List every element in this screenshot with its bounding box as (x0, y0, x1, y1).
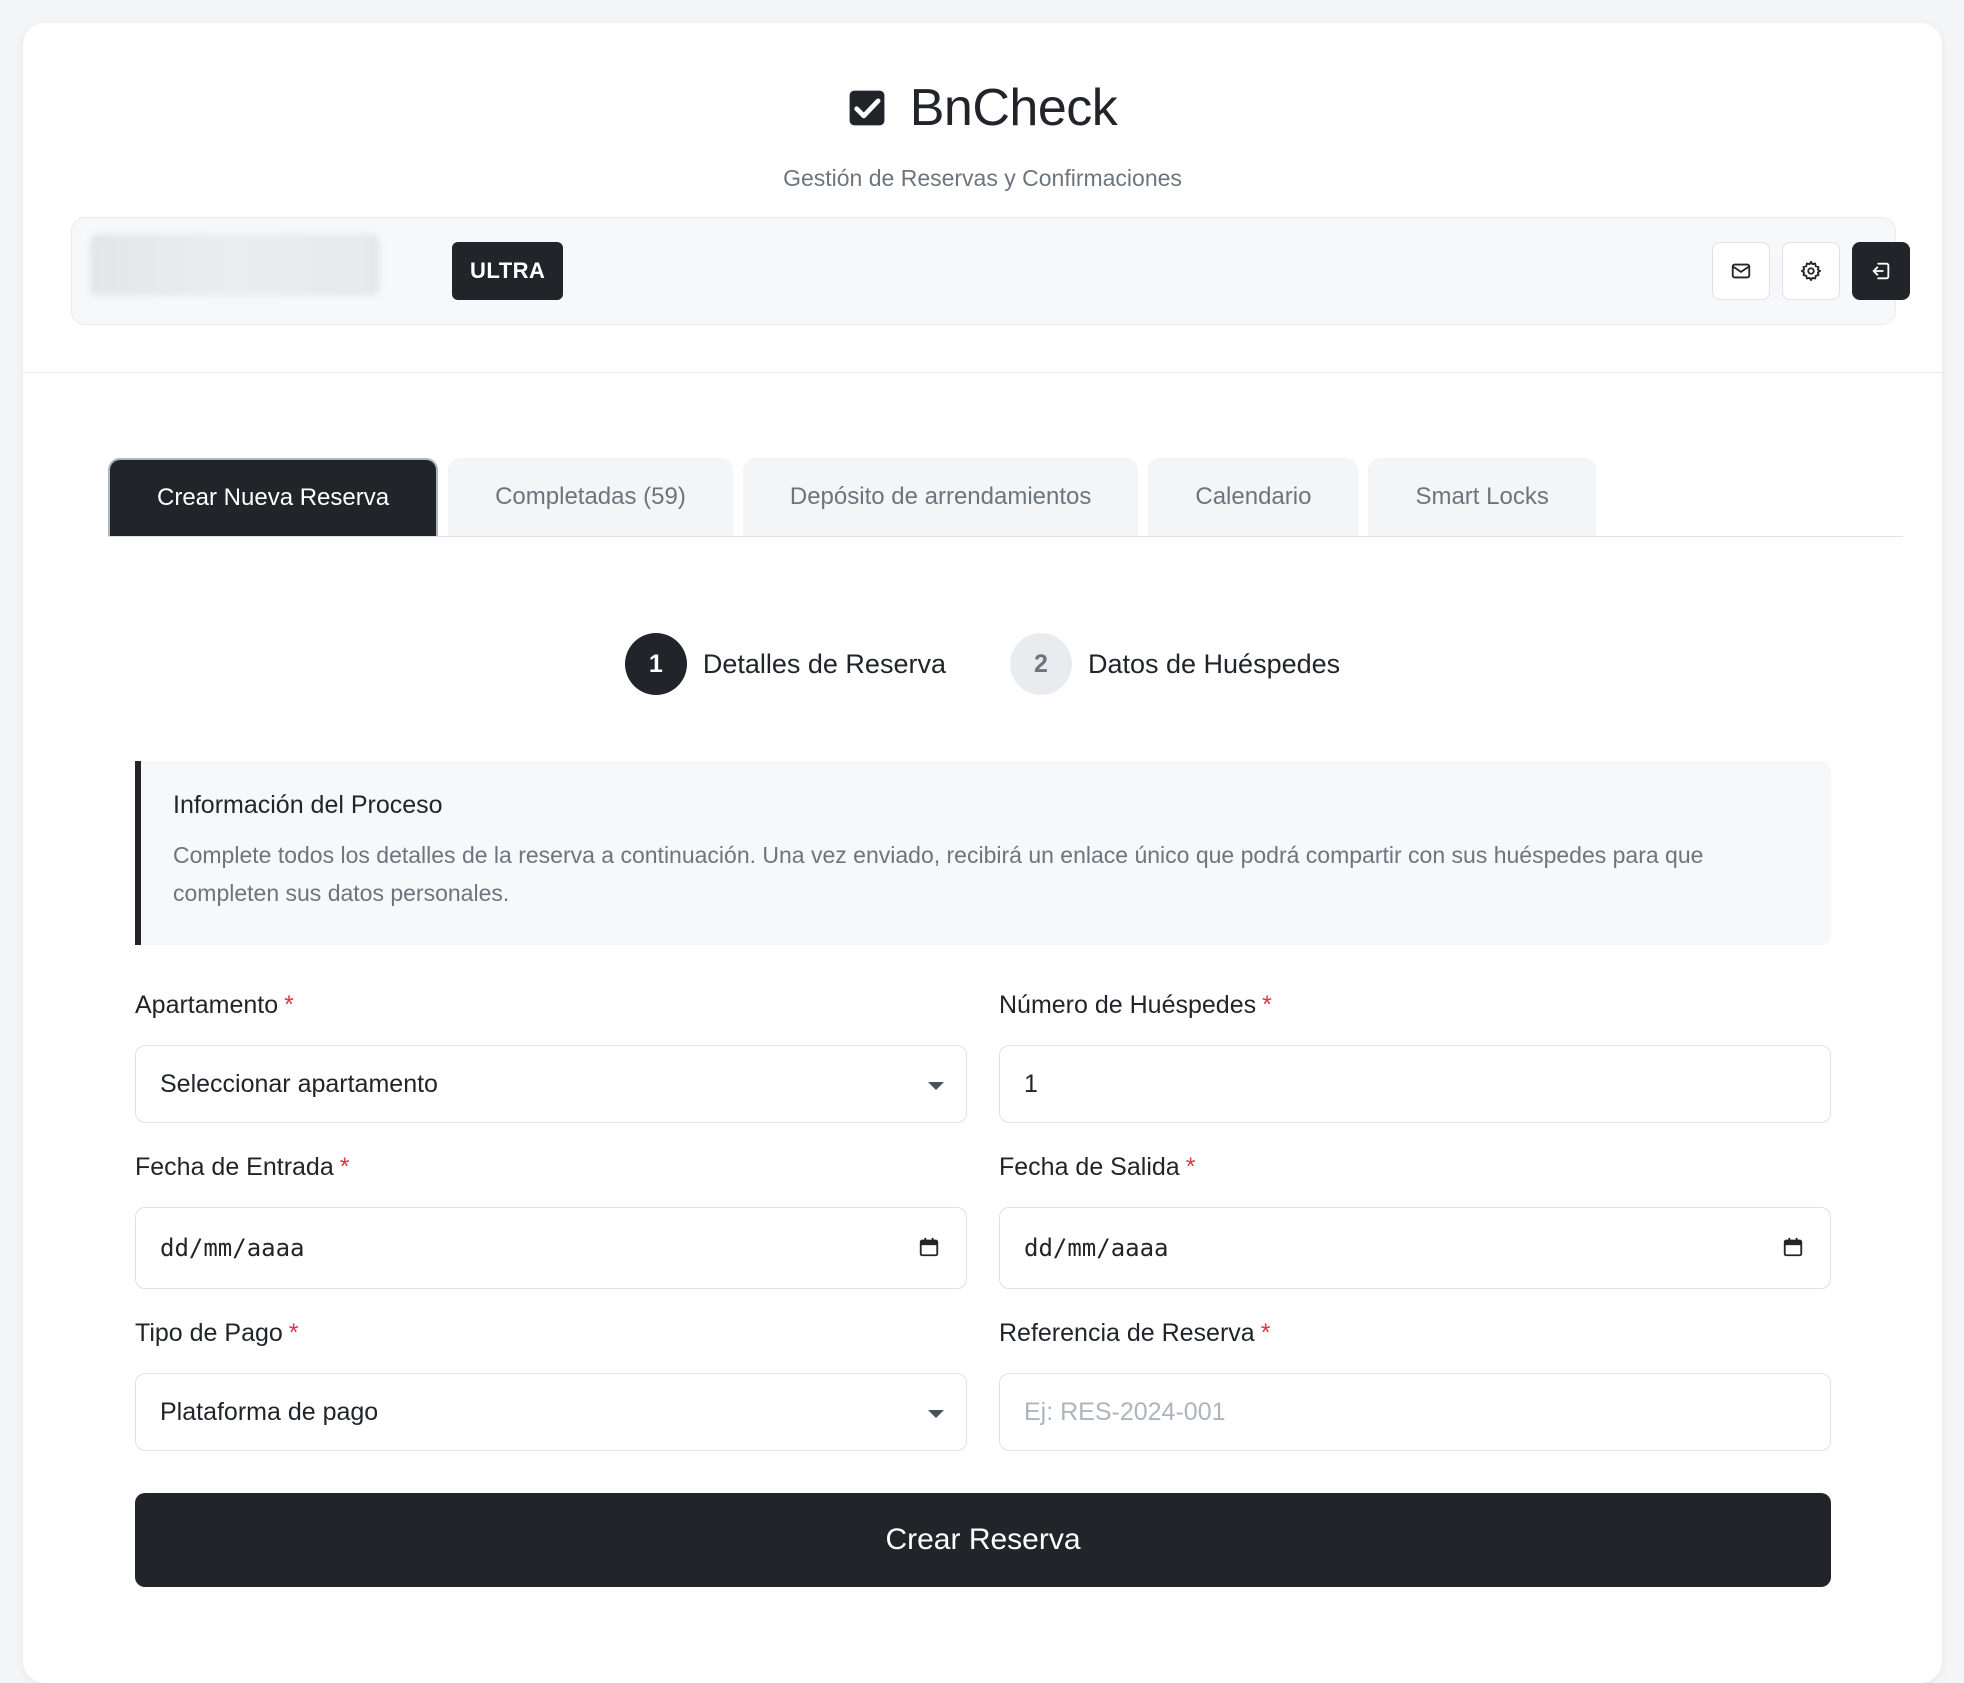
fecha-entrada-value: dd/mm/aaaa (160, 1234, 305, 1262)
info-text: Complete todos los detalles de la reserv… (173, 842, 1704, 906)
tipo-pago-value: Plataforma de pago (160, 1397, 379, 1426)
calendar-icon[interactable] (1782, 1236, 1804, 1258)
header-divider (23, 372, 1942, 373)
crear-reserva-button[interactable]: Crear Reserva (135, 1493, 1831, 1587)
info-title: Información del Proceso (173, 791, 443, 819)
step-number: 2 (1009, 633, 1072, 695)
step-label: Datos de Huéspedes (1087, 648, 1341, 679)
tab-smart-locks[interactable]: Smart Locks (1368, 458, 1596, 536)
tab-completadas[interactable]: Completadas (59) (448, 458, 733, 536)
field-tipo-pago: Tipo de Pago * Plataforma de pago (135, 1319, 967, 1451)
step-number: 1 (624, 633, 687, 695)
chevron-down-icon (928, 1410, 944, 1418)
main-card: BnCheck Gestión de Reservas y Confirmaci… (23, 23, 1942, 1683)
step-detalles: 1 Detalles de Reserva (624, 633, 946, 695)
required-marker: * (288, 1319, 299, 1347)
field-referencia: Referencia de Reserva * Ej: RES-2024-001 (999, 1319, 1831, 1451)
step-label: Detalles de Reserva (702, 648, 946, 679)
fecha-entrada-input[interactable]: dd/mm/aaaa (135, 1207, 967, 1289)
user-name-redacted (90, 234, 380, 296)
tab-calendario[interactable]: Calendario (1148, 458, 1359, 536)
app-subtitle: Gestión de Reservas y Confirmaciones (783, 165, 1182, 191)
required-marker: * (1262, 991, 1272, 1019)
stepper: 1 Detalles de Reserva 2 Datos de Huésped… (23, 633, 1942, 695)
mail-icon (1731, 263, 1751, 279)
settings-button[interactable] (1782, 242, 1840, 300)
fecha-salida-input[interactable]: dd/mm/aaaa (999, 1207, 1831, 1289)
mail-button[interactable] (1712, 242, 1770, 300)
apartamento-value: Seleccionar apartamento (160, 1069, 438, 1098)
required-marker: * (1185, 1153, 1196, 1181)
tab-deposito-arrendamientos[interactable]: Depósito de arrendamientos (742, 458, 1139, 536)
referencia-label: Referencia de Reserva (999, 1319, 1255, 1347)
fecha-entrada-label: Fecha de Entrada (135, 1153, 334, 1181)
process-info-box: Información del Proceso Complete todos l… (135, 761, 1831, 945)
app-title: BnCheck (909, 79, 1118, 137)
tipo-pago-label: Tipo de Pago (135, 1319, 283, 1347)
required-marker: * (284, 991, 294, 1019)
huespedes-input[interactable]: 1 (999, 1045, 1831, 1123)
fecha-salida-label: Fecha de Salida (999, 1153, 1180, 1181)
brand: BnCheck (23, 78, 1942, 138)
referencia-input[interactable]: Ej: RES-2024-001 (999, 1373, 1831, 1451)
huespedes-label: Número de Huéspedes (999, 991, 1257, 1019)
checkbox-checked-icon (849, 90, 885, 126)
gear-icon (1800, 260, 1822, 282)
field-fecha-entrada: Fecha de Entrada * dd/mm/aaaa (135, 1153, 967, 1289)
referencia-placeholder: Ej: RES-2024-001 (1024, 1397, 1226, 1426)
huespedes-value: 1 (1024, 1069, 1038, 1098)
logout-icon (1872, 262, 1890, 280)
apartamento-label: Apartamento (135, 991, 279, 1019)
field-fecha-salida: Fecha de Salida * dd/mm/aaaa (999, 1153, 1831, 1289)
field-huespedes: Número de Huéspedes * 1 (999, 991, 1831, 1123)
chevron-down-icon (928, 1082, 944, 1090)
field-apartamento: Apartamento * Seleccionar apartamento (135, 991, 967, 1123)
fecha-salida-value: dd/mm/aaaa (1024, 1234, 1169, 1262)
calendar-icon[interactable] (918, 1236, 940, 1258)
plan-badge: ULTRA (452, 242, 564, 300)
step-huespedes: 2 Datos de Huéspedes (1009, 633, 1341, 695)
required-marker: * (1260, 1319, 1271, 1347)
user-bar: ULTRA (71, 217, 1910, 325)
tipo-pago-select[interactable]: Plataforma de pago (135, 1373, 967, 1451)
logout-button[interactable] (1852, 242, 1910, 300)
tab-bar: Crear Nueva Reserva Completadas (59) Dep… (108, 458, 1903, 537)
required-marker: * (339, 1153, 350, 1181)
apartamento-select[interactable]: Seleccionar apartamento (135, 1045, 967, 1123)
tab-crear-nueva-reserva[interactable]: Crear Nueva Reserva (108, 458, 439, 536)
